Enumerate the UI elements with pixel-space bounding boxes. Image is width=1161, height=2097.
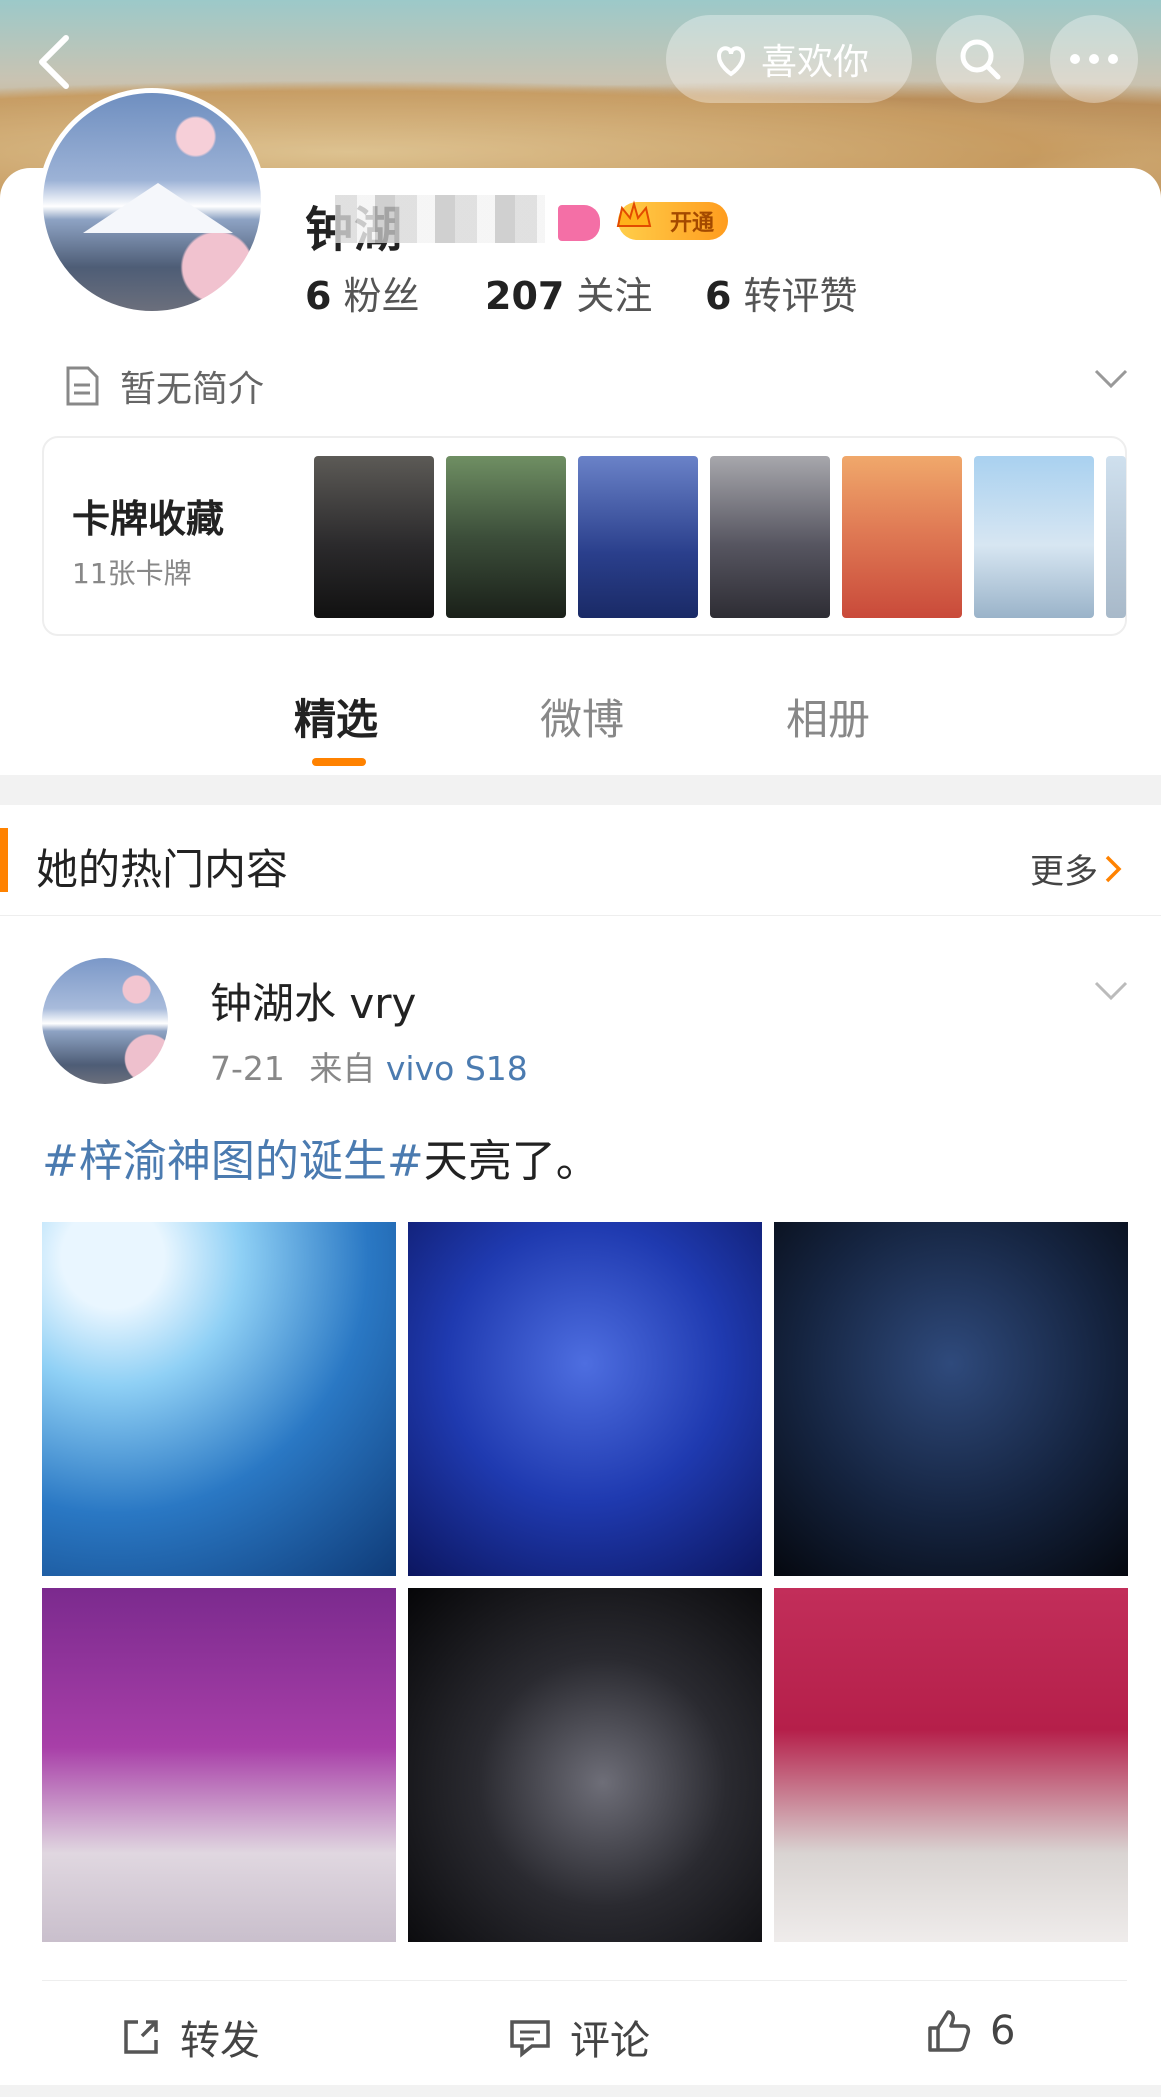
expand-intro-button[interactable] bbox=[1093, 368, 1129, 394]
repost-label: 转发 bbox=[180, 2018, 260, 2064]
comment-button[interactable]: 评论 bbox=[508, 2008, 650, 2066]
more-label: 更多 bbox=[1030, 852, 1098, 892]
post-body: 天亮了。 bbox=[423, 1136, 600, 1187]
following-count: 207 bbox=[485, 274, 565, 318]
moon-badge-icon bbox=[558, 205, 600, 241]
post-image[interactable] bbox=[774, 1222, 1128, 1576]
hot-content-title: 她的热门内容 bbox=[36, 845, 289, 894]
like-you-button[interactable]: 喜欢你 bbox=[666, 15, 912, 103]
post-image[interactable] bbox=[774, 1588, 1128, 1942]
share-arrow-icon bbox=[124, 2020, 158, 2054]
post-image[interactable] bbox=[408, 1588, 762, 1942]
post-options-button[interactable] bbox=[1093, 980, 1129, 1006]
document-icon bbox=[66, 366, 99, 406]
chevron-down-icon bbox=[1094, 369, 1128, 389]
post-date: 7-21 bbox=[210, 1049, 285, 1088]
back-button[interactable] bbox=[28, 30, 78, 94]
section-accent-bar bbox=[0, 828, 8, 892]
post-author-name[interactable]: 钟湖水 vry bbox=[210, 970, 416, 1031]
interactions-label: 转评赞 bbox=[743, 274, 858, 318]
vip-open-label: 开通 bbox=[669, 211, 714, 236]
comment-icon bbox=[510, 2020, 550, 2058]
like-button[interactable]: 6 bbox=[926, 2008, 1015, 2054]
fans-count: 6 bbox=[305, 274, 332, 318]
following-stat[interactable]: 207 关注 bbox=[485, 265, 705, 320]
post-from: 来自 bbox=[309, 1049, 376, 1088]
like-count: 6 bbox=[990, 2008, 1016, 2054]
card-collection-title: 卡牌收藏 bbox=[72, 497, 225, 541]
post-image[interactable] bbox=[42, 1588, 396, 1942]
name-mosaic bbox=[335, 195, 545, 243]
post-content: #梓渝神图的诞生#天亮了。 bbox=[42, 1125, 600, 1189]
card-collection-count: 11张卡牌 bbox=[72, 557, 192, 590]
search-icon bbox=[960, 39, 1001, 80]
interactions-stat[interactable]: 6 转评赞 bbox=[705, 265, 857, 320]
like-you-label: 喜欢你 bbox=[760, 42, 869, 83]
section-divider bbox=[0, 775, 1161, 805]
tab-featured[interactable]: 精选 bbox=[294, 686, 378, 747]
action-divider bbox=[42, 1980, 1127, 1981]
post-meta: 7-21 来自 vivo S18 bbox=[210, 1042, 528, 1090]
profile-intro[interactable]: 暂无简介 bbox=[64, 360, 264, 412]
search-button[interactable] bbox=[936, 15, 1024, 103]
profile-avatar[interactable] bbox=[38, 88, 266, 316]
post-author-avatar[interactable] bbox=[42, 958, 168, 1084]
heart-hand-icon bbox=[716, 46, 745, 77]
intro-text: 暂无简介 bbox=[120, 369, 265, 410]
card-thumb[interactable] bbox=[974, 456, 1094, 618]
vip-open-button[interactable]: 开通 bbox=[616, 200, 728, 240]
card-thumb[interactable] bbox=[446, 456, 566, 618]
tab-album[interactable]: 相册 bbox=[786, 686, 870, 747]
chevron-down-icon bbox=[1094, 981, 1128, 1001]
crown-icon bbox=[616, 200, 652, 227]
fans-label: 粉丝 bbox=[343, 274, 420, 318]
card-thumb[interactable] bbox=[710, 456, 830, 618]
chevron-right-icon bbox=[1105, 855, 1122, 882]
card-thumb[interactable] bbox=[314, 456, 434, 618]
fans-stat[interactable]: 6 粉丝 bbox=[305, 265, 485, 320]
tab-weibo[interactable]: 微博 bbox=[540, 686, 624, 747]
interactions-count: 6 bbox=[705, 274, 732, 318]
thumbs-up-icon bbox=[928, 2010, 971, 2052]
comment-label: 评论 bbox=[570, 2018, 650, 2064]
more-dots-icon bbox=[1070, 54, 1118, 64]
card-thumb[interactable] bbox=[578, 456, 698, 618]
active-tab-indicator bbox=[312, 758, 366, 766]
card-thumb[interactable] bbox=[842, 456, 962, 618]
chevron-left-icon bbox=[39, 35, 69, 89]
card-thumb[interactable] bbox=[1106, 456, 1126, 618]
following-label: 关注 bbox=[576, 274, 653, 318]
repost-button[interactable]: 转发 bbox=[120, 2008, 260, 2066]
post-image[interactable] bbox=[408, 1222, 762, 1576]
more-button[interactable] bbox=[1050, 15, 1138, 103]
bottom-divider bbox=[0, 2085, 1161, 2097]
more-link[interactable]: 更多 bbox=[1030, 844, 1122, 893]
post-image[interactable] bbox=[42, 1222, 396, 1576]
post-source[interactable]: vivo S18 bbox=[386, 1049, 528, 1088]
post-hashtag[interactable]: #梓渝神图的诞生# bbox=[42, 1136, 424, 1187]
profile-stats: 6 粉丝 207 关注 6 转评赞 bbox=[305, 265, 857, 320]
